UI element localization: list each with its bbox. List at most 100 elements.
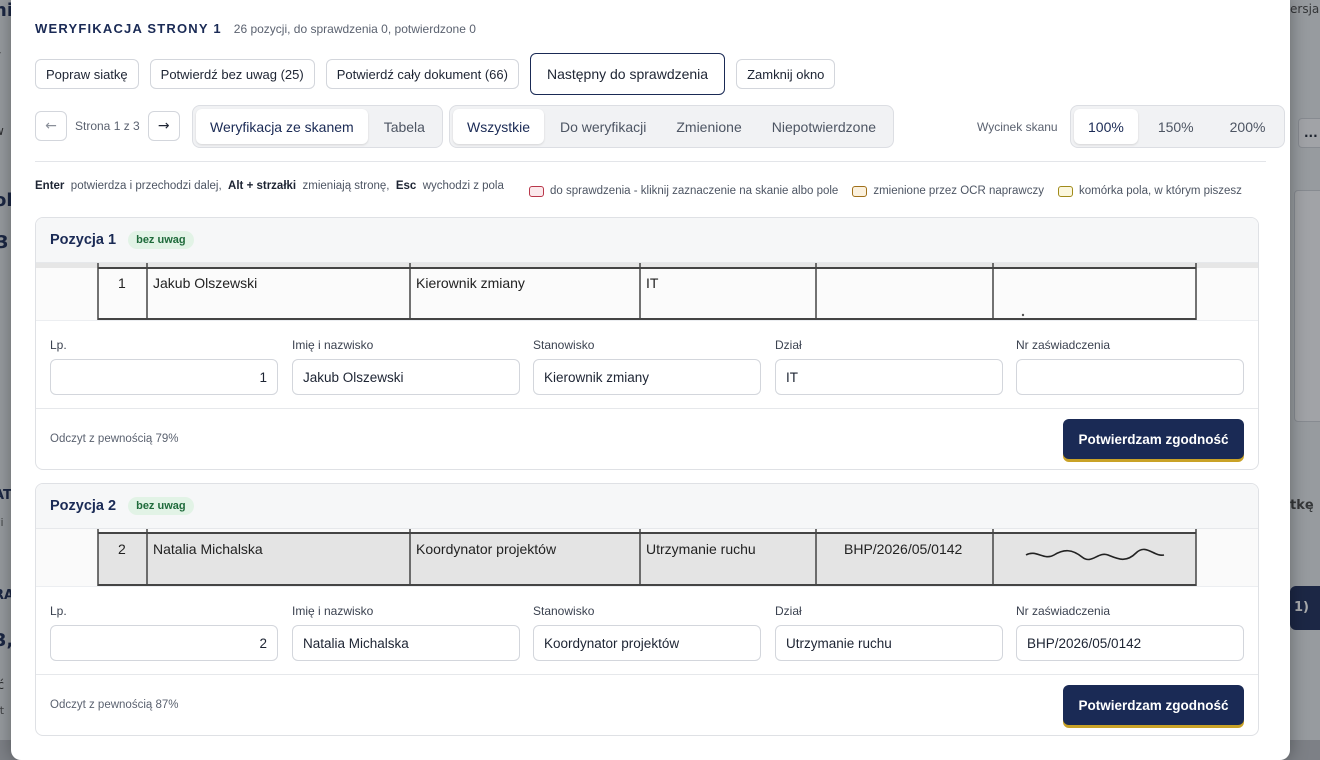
zoom-150[interactable]: 150%: [1140, 109, 1212, 144]
arrow-right-icon: →: [157, 118, 170, 134]
position-field: Stanowisko Koordynator projektów: [533, 604, 761, 661]
lp-field: Lp. 2: [50, 604, 278, 661]
scan-cell-cert: BHP/2026/05/0142: [844, 541, 963, 557]
cert-field: Nr zaświadczenia BHP/2026/05/0142: [1016, 604, 1244, 661]
navigation-row: ← Strona 1 z 3 → Weryfikacja ze skanem T…: [35, 105, 1286, 149]
position-title: Pozycja 2: [50, 498, 117, 514]
close-window-button[interactable]: Zamknij okno: [736, 59, 836, 89]
position-input[interactable]: Koordynator projektów: [533, 625, 761, 661]
verification-modal: WERYFIKACJA STRONY 1 26 pozycji, do spra…: [11, 0, 1290, 760]
confidence-text: Odczyt z pewnością 79%: [50, 433, 179, 445]
dept-input[interactable]: IT: [775, 359, 1003, 395]
legend-to-check: do sprawdzenia - kliknij zaznaczenie na …: [529, 185, 838, 197]
position-field: Stanowisko Kierownik zmiany: [533, 338, 761, 395]
legend-changed-ocr: zmienione przez OCR naprawczy: [852, 185, 1044, 197]
scan-cell-name: Jakub Olszewski: [153, 275, 258, 291]
modal-title: WERYFIKACJA STRONY 1: [35, 21, 222, 36]
lp-field: Lp. 1: [50, 338, 278, 395]
field-label: Stanowisko: [533, 604, 595, 618]
color-legend: do sprawdzenia - kliknij zaznaczenie na …: [529, 185, 1242, 197]
zoom-switch: 100% 150% 200%: [1070, 105, 1286, 148]
keyboard-hints: Enter potwierdza i przechodzi dalej, Alt…: [35, 180, 504, 192]
legend-label: zmienione przez OCR naprawczy: [873, 185, 1044, 197]
scan-cell-dept: IT: [646, 275, 659, 291]
confirm-position-button[interactable]: Potwierdzam zgodność: [1063, 419, 1244, 459]
position-card: Pozycja 2 bez uwag 2 Natalia Michalska K…: [35, 483, 1259, 736]
position-header: Pozycja 1 bez uwag: [36, 218, 1258, 263]
cert-field: Nr zaświadczenia: [1016, 338, 1244, 395]
name-input[interactable]: Jakub Olszewski: [292, 359, 520, 395]
status-badge: bez uwag: [128, 497, 194, 515]
filter-all[interactable]: Wszystkie: [453, 109, 544, 144]
scan-cell-name: Natalia Michalska: [153, 541, 263, 557]
fix-grid-button[interactable]: Popraw siatkę: [35, 59, 139, 89]
confirm-no-remarks-button[interactable]: Potwierdź bez uwag (25): [149, 59, 315, 89]
view-mode-switch: Weryfikacja ze skanem Tabela: [192, 105, 443, 148]
hint-key: Enter: [35, 180, 65, 192]
status-badge: bez uwag: [128, 231, 194, 249]
name-input[interactable]: Natalia Michalska: [292, 625, 520, 661]
arrow-left-icon: ←: [45, 118, 57, 134]
modal-header: WERYFIKACJA STRONY 1 26 pozycji, do spra…: [35, 21, 476, 36]
field-label: Lp.: [50, 338, 67, 352]
scan-cell-dept: Utrzymanie ruchu: [646, 541, 756, 557]
tab-table[interactable]: Tabela: [370, 109, 439, 144]
field-label: Nr zaświadczenia: [1016, 338, 1111, 352]
position-fields: Lp. 1 Imię i nazwisko Jakub Olszewski St…: [36, 321, 1258, 408]
zoom-200[interactable]: 200%: [1214, 109, 1282, 144]
cert-input[interactable]: [1016, 359, 1244, 395]
confirm-position-button[interactable]: Potwierdzam zgodność: [1063, 685, 1244, 725]
hint-text: wychodzi z pola: [422, 180, 504, 192]
keyboard-hints-row: Enter potwierdza i przechodzi dalej, Alt…: [35, 180, 1266, 200]
position-header: Pozycja 2 bez uwag: [36, 484, 1258, 529]
scan-excerpt[interactable]: 2 Natalia Michalska Koordynator projektó…: [36, 529, 1258, 587]
confirm-document-button[interactable]: Potwierdź cały dokument (66): [325, 59, 519, 89]
dept-input[interactable]: Utrzymanie ruchu: [775, 625, 1003, 661]
position-title: Pozycja 1: [50, 232, 117, 248]
tab-scan-verification[interactable]: Weryfikacja ze skanem: [196, 109, 368, 144]
hint-text: zmieniają stronę,: [302, 180, 390, 192]
page-pager: ← Strona 1 z 3 →: [35, 111, 180, 141]
hint-text: potwierdza i przechodzi dalej,: [70, 180, 222, 192]
confidence-text: Odczyt z pewnością 87%: [50, 699, 179, 711]
lp-input[interactable]: 1: [50, 359, 278, 395]
next-to-check-button[interactable]: Następny do sprawdzenia: [529, 53, 726, 95]
field-label: Imię i nazwisko: [292, 604, 374, 618]
field-label: Nr zaświadczenia: [1016, 604, 1111, 618]
legend-swatch-yellow: [1057, 185, 1073, 197]
legend-swatch-red: [529, 185, 544, 197]
scan-grid: [36, 263, 1258, 320]
legend-label: do sprawdzenia - kliknij zaznaczenie na …: [550, 185, 839, 197]
name-field: Imię i nazwisko Natalia Michalska: [292, 604, 520, 661]
prev-page-button[interactable]: ←: [35, 111, 67, 141]
scan-excerpt[interactable]: 1 Jakub Olszewski Kierownik zmiany IT: [36, 263, 1258, 321]
filter-unconfirmed[interactable]: Niepotwierdzone: [758, 109, 890, 144]
modal-subtitle: 26 pozycji, do sprawdzenia 0, potwierdzo…: [233, 22, 476, 36]
scan-grid: [97, 529, 1197, 586]
filter-to-verify[interactable]: Do weryfikacji: [546, 109, 660, 144]
page-indicator: Strona 1 z 3: [75, 119, 140, 133]
divider: [35, 161, 1266, 162]
field-label: Lp.: [50, 604, 67, 618]
field-label: Imię i nazwisko: [292, 338, 374, 352]
filter-changed[interactable]: Zmienione: [662, 109, 755, 144]
zoom-100[interactable]: 100%: [1074, 109, 1138, 144]
next-page-button[interactable]: →: [147, 111, 180, 141]
scan-cell-lp: 1: [118, 275, 126, 291]
filter-switch: Wszystkie Do weryfikacji Zmienione Niepo…: [449, 105, 895, 148]
scan-cell-lp: 2: [118, 541, 126, 557]
position-fields: Lp. 2 Imię i nazwisko Natalia Michalska …: [36, 587, 1258, 674]
hint-key: Esc: [395, 180, 417, 192]
legend-active-cell: komórka pola, w którym piszesz: [1057, 185, 1242, 197]
hint-key: Alt + strzałki: [228, 180, 297, 192]
lp-input[interactable]: 2: [50, 625, 278, 661]
field-label: Dział: [775, 604, 802, 618]
name-field: Imię i nazwisko Jakub Olszewski: [292, 338, 520, 395]
position-footer: Odczyt z pewnością 87% Potwierdzam zgodn…: [36, 674, 1258, 735]
zoom-label: Wycinek skanu: [977, 120, 1058, 134]
scan-cell-position: Koordynator projektów: [416, 541, 557, 557]
cert-input[interactable]: BHP/2026/05/0142: [1016, 625, 1244, 661]
scan-cell-position: Kierownik zmiany: [416, 275, 525, 291]
dept-field: Dział IT: [775, 338, 1003, 395]
position-input[interactable]: Kierownik zmiany: [533, 359, 761, 395]
